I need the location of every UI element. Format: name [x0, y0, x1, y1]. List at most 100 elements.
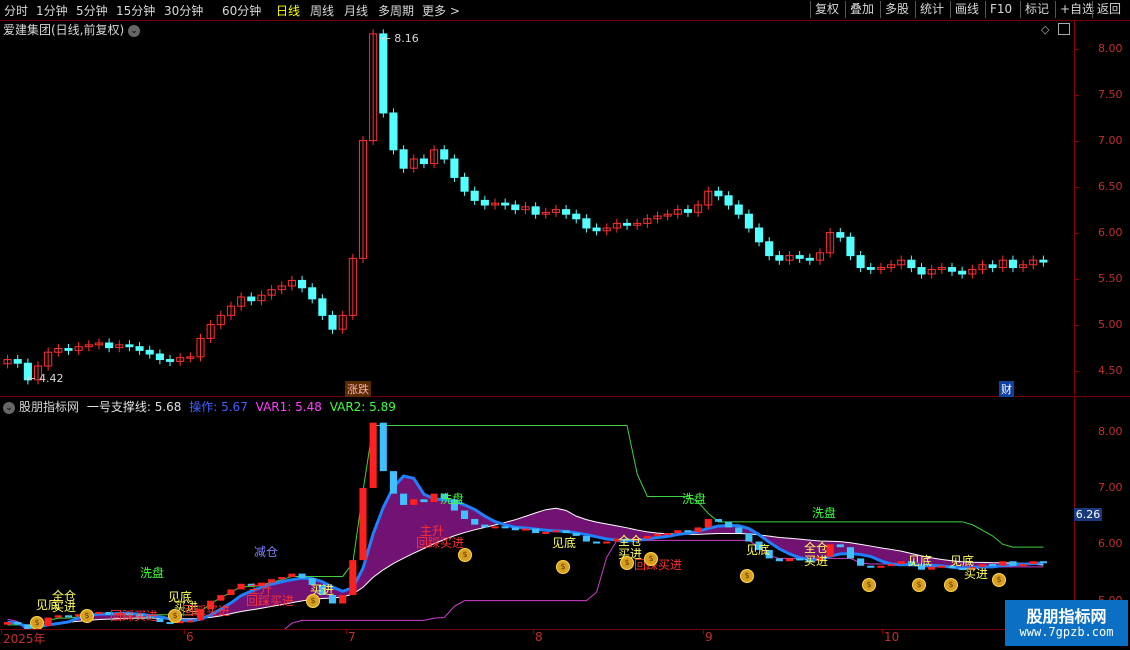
indicator-candle: [359, 488, 367, 561]
candle: [247, 296, 256, 302]
signal-xipan4: 洗盘: [812, 506, 837, 520]
indicator-candle: [542, 531, 550, 534]
candle: [379, 33, 388, 114]
candle: [765, 241, 774, 257]
signal-jiandi4: 见底: [746, 543, 771, 557]
indicator-candle: [725, 521, 733, 528]
signal-zhuli1: 主升: [248, 582, 273, 596]
candle: [866, 267, 875, 270]
money-bag-icon: $: [862, 578, 876, 592]
candle: [1008, 259, 1017, 269]
event-badge-zhangdie[interactable]: 涨跌: [345, 381, 371, 397]
indicator-candle: [684, 530, 692, 533]
indicator-candle: [785, 558, 794, 562]
period-tab-8[interactable]: 月线: [344, 2, 368, 19]
indicator-candle: [653, 534, 662, 537]
money-bag-icon: $: [306, 594, 320, 608]
indicator-chart[interactable]: [0, 412, 1074, 630]
candle: [988, 264, 997, 269]
candle: [592, 227, 601, 232]
indicator-candle: [420, 499, 428, 503]
date-tick-label: 7: [348, 630, 356, 644]
date-tick-label: 2025年: [3, 632, 46, 646]
toolbar-button-2[interactable]: 多股: [880, 1, 913, 18]
candle: [947, 267, 957, 272]
indicator-candle: [887, 564, 895, 567]
candle: [744, 213, 753, 229]
period-tab-4[interactable]: 30分钟: [164, 2, 203, 19]
indicator-candle: [339, 595, 347, 604]
candle: [13, 359, 22, 364]
indicator-candle: [460, 510, 469, 519]
indicator-candle: [1029, 561, 1037, 565]
toolbar-button-4[interactable]: 画线: [950, 1, 983, 18]
candle: [714, 190, 723, 197]
indicator-candle: [877, 565, 885, 568]
candle: [298, 279, 307, 289]
price-tick-mark: [1074, 324, 1079, 326]
date-tick-mark: [533, 629, 534, 634]
signal-xipan1: 洗盘: [140, 566, 165, 580]
high-price-label: ← 8.16: [382, 32, 419, 45]
candle: [562, 209, 571, 215]
period-tab-7[interactable]: 周线: [310, 2, 334, 19]
candle: [511, 204, 520, 211]
indicator-candle: [491, 526, 499, 529]
date-tick-mark: [184, 629, 185, 634]
price-tick-label: 6.00: [1098, 225, 1123, 239]
indicator-candle: [664, 533, 672, 536]
date-tick-mark: [1, 629, 2, 634]
candle: [460, 176, 469, 192]
candle: [917, 267, 926, 275]
indicator-candle: [217, 595, 225, 601]
toolbar-button-0[interactable]: 复权: [810, 1, 843, 18]
toolbar-button-8[interactable]: 返回: [1092, 1, 1125, 18]
money-bag-icon: $: [644, 552, 658, 566]
candle: [622, 222, 632, 226]
indicator-candle: [857, 558, 865, 566]
toolbar-button-6[interactable]: 标记: [1020, 1, 1053, 18]
price-tick-label: 5.50: [1098, 271, 1123, 285]
period-tab-0[interactable]: 分时: [4, 2, 28, 19]
event-badge-finance[interactable]: 财: [999, 381, 1014, 397]
indicator-candle: [989, 564, 997, 567]
price-tick-label: 8.00: [1098, 41, 1123, 55]
panel-divider: [0, 396, 1130, 397]
candle: [135, 346, 144, 351]
indicator-candle: [999, 561, 1007, 566]
date-tick-label: 10: [884, 630, 900, 644]
date-tick-mark: [703, 629, 704, 634]
candle: [856, 255, 865, 269]
toolbar-button-5[interactable]: F10: [985, 1, 1016, 18]
money-bag-icon: $: [458, 548, 472, 562]
signal-jiandi3: 见底: [552, 536, 577, 550]
toolbar-button-1[interactable]: 叠加: [845, 1, 878, 18]
date-tick-mark: [346, 629, 347, 634]
candle: [125, 344, 134, 348]
period-tab-9[interactable]: 多周期: [378, 2, 414, 19]
money-bag-icon: $: [944, 578, 958, 592]
indicator-candle: [379, 422, 387, 472]
indicator-candle: [867, 565, 875, 568]
money-bag-icon: $: [30, 616, 44, 630]
candle: [64, 348, 73, 351]
indicator-candle: [298, 573, 306, 579]
period-tab-1[interactable]: 1分钟: [36, 2, 68, 19]
period-tab-10[interactable]: 更多 >: [422, 2, 460, 19]
indicator-candle: [64, 615, 73, 618]
indicator-candle: [897, 561, 905, 565]
price-tick-label: 7.00: [1098, 133, 1123, 147]
period-tab-3[interactable]: 15分钟: [116, 2, 155, 19]
period-tab-6[interactable]: 日线: [276, 2, 300, 19]
signal-maijin5: 买进: [964, 567, 989, 581]
candle: [754, 227, 764, 243]
period-tab-2[interactable]: 5分钟: [76, 2, 108, 19]
candle: [399, 149, 408, 169]
price-chart[interactable]: ← 8.16 ← 4.42: [0, 21, 1074, 397]
candle: [795, 255, 804, 259]
indicator-candle: [186, 620, 194, 623]
period-tab-5[interactable]: 60分钟: [222, 2, 261, 19]
indicator-candle: [796, 558, 804, 561]
toolbar-button-3[interactable]: 统计: [915, 1, 948, 18]
trend-band: [7, 476, 1044, 627]
